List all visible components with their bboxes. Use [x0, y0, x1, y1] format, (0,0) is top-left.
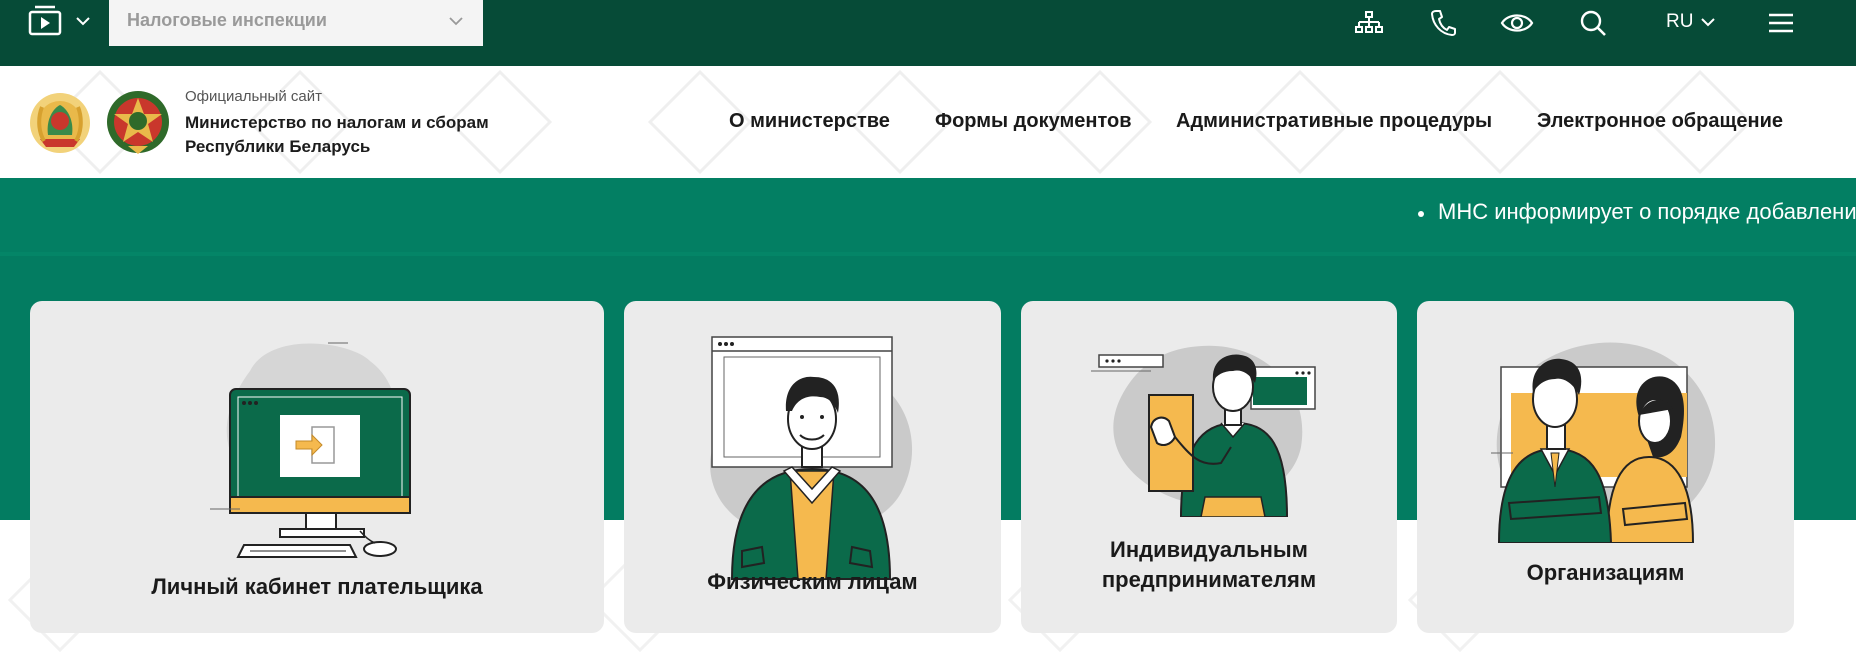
tax-inspections-select[interactable]: Налоговые инспекции	[109, 0, 483, 46]
nav-document-forms[interactable]: Формы документов	[935, 110, 1132, 133]
chevron-down-icon	[449, 17, 463, 26]
top-bar: Налоговые инспекции RU	[0, 0, 1856, 66]
phone-icon	[1431, 10, 1456, 36]
sitemap-icon	[1355, 11, 1383, 33]
bullet	[1418, 211, 1424, 217]
search-button[interactable]	[1576, 8, 1610, 38]
sitemap-button[interactable]	[1352, 8, 1386, 38]
computer-login-illustration	[210, 342, 411, 558]
nav-electronic-appeal[interactable]: Электронное обращение	[1537, 110, 1783, 133]
phone-button[interactable]	[1426, 8, 1460, 38]
card-title: Личный кабинет плательщика	[151, 574, 483, 599]
site-name-line2: Республики Беларусь	[185, 137, 371, 156]
tax-inspections-label: Налоговые инспекции	[127, 10, 327, 30]
card-taxpayer-cabinet[interactable]: Личный кабинет плательщика	[30, 301, 604, 633]
entrepreneur-illustration	[1091, 345, 1316, 517]
card-entrepreneurs[interactable]: Индивидуальным предпринимателям	[1021, 301, 1397, 633]
card-title-line2: предпринимателям	[1101, 567, 1317, 592]
news-ticker-item[interactable]: МНС информирует о порядке добавления	[1438, 199, 1856, 225]
site-name-line1: Министерство по налогам и сборам	[185, 113, 489, 132]
media-menu-button[interactable]	[28, 2, 94, 40]
menu-button[interactable]	[1764, 8, 1798, 38]
play-video-icon	[28, 5, 62, 36]
visually-impaired-button[interactable]	[1500, 8, 1534, 38]
site-name[interactable]: Министерство по налогам и сборам Республ…	[185, 111, 525, 159]
card-organizations[interactable]: Организациям	[1417, 301, 1794, 633]
person-illustration	[710, 336, 913, 580]
nav-administrative-procedures[interactable]: Административные процедуры	[1176, 110, 1492, 133]
nav-about-ministry[interactable]: О министерстве	[729, 110, 890, 133]
search-icon	[1580, 10, 1606, 36]
state-emblem-icon	[30, 93, 90, 153]
card-title: Организациям	[1526, 560, 1685, 585]
language-label: RU	[1666, 11, 1694, 32]
band-divider	[0, 252, 1856, 256]
card-title-line1: Индивидуальным	[1110, 537, 1308, 562]
business-people-illustration	[1491, 342, 1716, 543]
card-title: Индивидуальным предпринимателям	[1021, 535, 1397, 595]
chevron-down-icon	[76, 17, 90, 26]
language-switcher[interactable]: RU	[1666, 9, 1717, 35]
tax-ministry-emblem-icon	[107, 91, 169, 154]
card-individuals[interactable]: Физическим лицам	[624, 301, 1001, 633]
card-title: Физическим лицам	[707, 569, 918, 594]
official-site-label: Официальный сайт	[185, 88, 322, 105]
site-header: Официальный сайт Министерство по налогам…	[0, 66, 1856, 178]
eye-icon	[1500, 14, 1534, 32]
news-ticker: МНС информирует о порядке добавления	[0, 178, 1856, 252]
hamburger-menu-icon	[1769, 13, 1793, 33]
chevron-down-icon	[1701, 18, 1716, 27]
